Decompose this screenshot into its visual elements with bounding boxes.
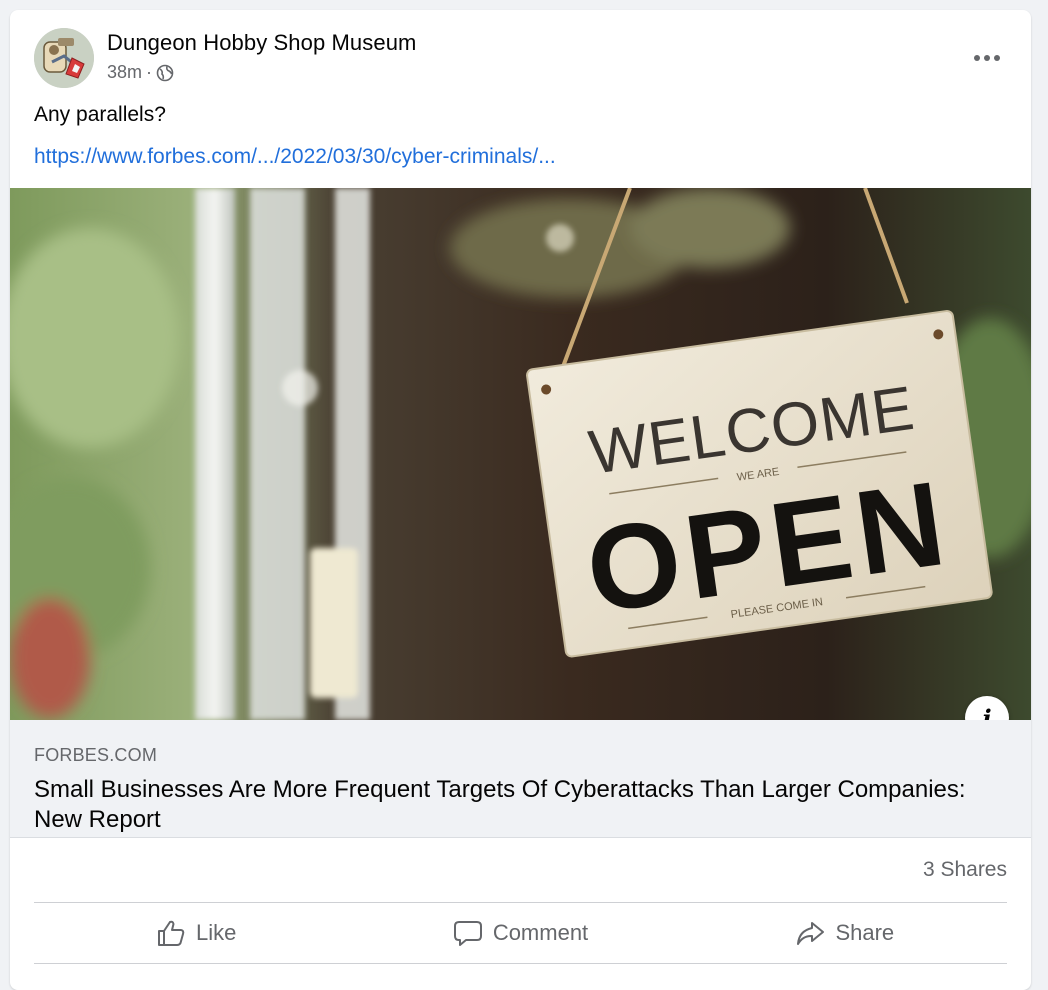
post-text: Any parallels? xyxy=(34,103,166,126)
post-meta: 38m · xyxy=(107,62,174,83)
shares-count[interactable]: 3 Shares xyxy=(923,858,1007,882)
comment-label: Comment xyxy=(492,920,589,945)
article-title: Small Businesses Are More Frequent Targe… xyxy=(34,776,966,833)
link-preview[interactable]: FORBES.COM Small Businesses Are More Fre… xyxy=(10,720,1031,838)
like-label: Like xyxy=(195,920,237,945)
avatar-image xyxy=(34,28,94,88)
meta-separator: · xyxy=(146,62,153,82)
more-horizontal-icon xyxy=(974,55,1000,61)
share-button[interactable]: Share xyxy=(683,903,1007,963)
source-domain: FORBES.COM xyxy=(34,745,158,765)
post-card: Dungeon Hobby Shop Museum 38m · Any para… xyxy=(10,10,1031,990)
share-label: Share xyxy=(835,920,895,945)
action-bar: Like Comment Share xyxy=(34,903,1007,963)
post-link[interactable]: https://www.forbes.com/.../2022/03/30/cy… xyxy=(34,145,556,169)
thumbs-up-icon xyxy=(157,920,185,946)
post-time[interactable]: 38m xyxy=(107,62,142,83)
share-arrow-icon xyxy=(797,922,825,945)
comment-button[interactable]: Comment xyxy=(358,903,682,963)
post-header: Dungeon Hobby Shop Museum 38m · xyxy=(10,10,1031,100)
page-name[interactable]: Dungeon Hobby Shop Museum xyxy=(107,30,416,56)
preview-image[interactable]: WELCOME WE ARE OPEN PLEASE COME IN xyxy=(10,188,1031,720)
globe-icon[interactable] xyxy=(156,64,174,82)
open-sign-photo: WELCOME WE ARE OPEN PLEASE COME IN xyxy=(10,188,1031,720)
comment-icon xyxy=(453,921,482,946)
more-options-button[interactable] xyxy=(967,38,1007,78)
like-button[interactable]: Like xyxy=(34,903,358,963)
avatar[interactable] xyxy=(34,28,94,88)
actions-divider-bottom xyxy=(34,963,1007,964)
